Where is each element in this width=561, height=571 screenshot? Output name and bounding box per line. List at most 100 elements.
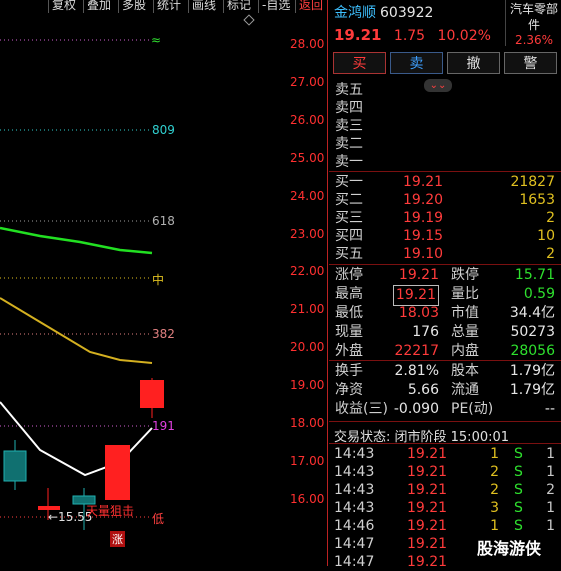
- trade-price: 19.21: [407, 536, 448, 552]
- ma-green-line: [0, 226, 153, 255]
- stat-key: 换手: [335, 363, 363, 379]
- divider: [329, 264, 561, 265]
- trade-time: 14:47: [334, 554, 375, 570]
- fib-label-low: 低: [152, 512, 165, 526]
- bid-row[interactable]: 买三 19.19 2: [329, 209, 561, 227]
- ask-row[interactable]: 卖一: [329, 153, 561, 171]
- trade-side: S: [514, 482, 523, 498]
- y-tick-label: 25.00: [290, 150, 325, 165]
- alert-button[interactable]: 警: [504, 52, 557, 74]
- stat-key: 总量: [451, 324, 479, 340]
- candle-down: [3, 450, 27, 482]
- stat-value: 0.59: [523, 286, 555, 302]
- stat-key: 流通: [451, 382, 479, 398]
- limit-up-badge: 涨: [110, 531, 125, 547]
- divider: [329, 171, 561, 172]
- trade-count: 1: [546, 464, 555, 480]
- bid-row[interactable]: 买五 19.10 2: [329, 245, 561, 263]
- fib-label-809: 809: [152, 123, 175, 137]
- bid-price: 19.20: [403, 192, 444, 208]
- stock-code: 603922: [380, 5, 434, 21]
- stat-left: 现量 176: [335, 323, 439, 342]
- bid-label: 买二: [335, 192, 363, 208]
- stat-key: 股本: [451, 363, 479, 379]
- stat-right: 流通 1.79亿: [451, 381, 555, 400]
- stat-key: 跌停: [451, 267, 479, 283]
- trade-count: 1: [546, 446, 555, 462]
- kline-chart[interactable]: 复权 叠加 多股 统计 画线 标记 -自选 返回 28.00 27.00 26.…: [0, 0, 329, 566]
- y-tick-label: 28.00: [290, 37, 325, 51]
- stat-value: --: [544, 401, 555, 417]
- stat-value: 176: [412, 324, 439, 340]
- stat-right: 内盘 28056: [451, 342, 555, 361]
- stat-right: 股本 1.79亿: [451, 362, 555, 381]
- bid-row[interactable]: 买二 19.20 1653: [329, 191, 561, 209]
- sector-pct: 2.36%: [514, 33, 554, 47]
- bid-price: 19.19: [403, 210, 444, 226]
- trade-count: 1: [546, 518, 555, 534]
- stat-left: 最低 18.03: [335, 304, 439, 323]
- signal-label: 天量狙击: [86, 504, 135, 518]
- trade-time: 14:43: [334, 464, 375, 480]
- buy-button[interactable]: 买: [333, 52, 386, 74]
- stat-value: 19.21: [398, 267, 439, 283]
- y-tick-label: 24.00: [290, 188, 325, 203]
- sell-button[interactable]: 卖: [390, 52, 443, 74]
- stat-key: 市值: [451, 305, 479, 321]
- stock-header: 金鸿顺 603922: [334, 2, 433, 22]
- trade-time: 14:43: [334, 446, 375, 462]
- trade-side: S: [514, 518, 523, 534]
- sector-name: 汽车零部件: [509, 2, 558, 32]
- stat-value: 1.79亿: [509, 382, 555, 398]
- bid-label: 买一: [335, 174, 363, 190]
- stat-right: 总量 50273: [451, 323, 555, 342]
- trade-count: 2: [546, 482, 555, 498]
- ma-yellow-line: [0, 297, 153, 364]
- fib-label-618: 618: [152, 214, 175, 228]
- ask-row[interactable]: 卖二: [329, 135, 561, 153]
- trade-price: 19.21: [407, 464, 448, 480]
- ask-label: 卖五: [335, 82, 363, 98]
- trade-price: 19.21: [407, 518, 448, 534]
- watermark-text: 股海游侠: [477, 539, 542, 558]
- y-tick-label: 27.00: [290, 74, 325, 89]
- ask-label: 卖一: [335, 154, 363, 170]
- trade-qty: 3: [490, 500, 499, 516]
- trade-qty: 1: [490, 518, 499, 534]
- trade-row: 14:43 19.21 2 S 1: [329, 463, 561, 481]
- y-tick-label: 16.00: [290, 491, 325, 506]
- bid-price: 19.10: [403, 246, 444, 262]
- stock-name: 金鸿顺: [334, 5, 376, 21]
- trade-time: 14:43: [334, 500, 375, 516]
- quote-panel: 金鸿顺 603922 19.21 1.75 10.02% 汽车零部件 2.36% …: [329, 0, 561, 570]
- bid-volume: 21827: [510, 174, 555, 190]
- bid-row[interactable]: 买一 19.21 21827: [329, 173, 561, 191]
- candle-up: [140, 380, 164, 408]
- y-tick-label: 19.00: [290, 378, 325, 393]
- trade-qty: 1: [490, 446, 499, 462]
- ask-row[interactable]: 卖三: [329, 117, 561, 135]
- y-tick-label: 22.00: [290, 264, 325, 279]
- divider: [329, 443, 561, 444]
- fib-label-382: 382: [152, 327, 175, 341]
- stat-left: 换手 2.81%: [335, 362, 439, 381]
- bid-volume: 10: [537, 228, 555, 244]
- trade-side: S: [514, 464, 523, 480]
- stat-key: 最高: [335, 286, 363, 302]
- ask-row[interactable]: 卖四: [329, 99, 561, 117]
- sector-box[interactable]: 汽车零部件 2.36%: [505, 0, 561, 47]
- cancel-order-button[interactable]: 撤: [447, 52, 500, 74]
- trade-time: 14:46: [334, 518, 375, 534]
- trade-price: 19.21: [407, 500, 448, 516]
- trade-qty: 2: [490, 464, 499, 480]
- stat-right: PE(动) --: [451, 400, 555, 419]
- stat-value: 34.4亿: [509, 305, 555, 321]
- stat-left: 收益(三) -0.090: [335, 400, 439, 419]
- bid-price: 19.21: [403, 174, 444, 190]
- bid-row[interactable]: 买四 19.15 10: [329, 227, 561, 245]
- stat-value: 22217: [394, 343, 439, 359]
- last-price: 19.21: [334, 26, 382, 44]
- ask-row[interactable]: 卖五: [329, 81, 561, 99]
- bid-label: 买三: [335, 210, 363, 226]
- stat-key: PE(动): [451, 401, 494, 417]
